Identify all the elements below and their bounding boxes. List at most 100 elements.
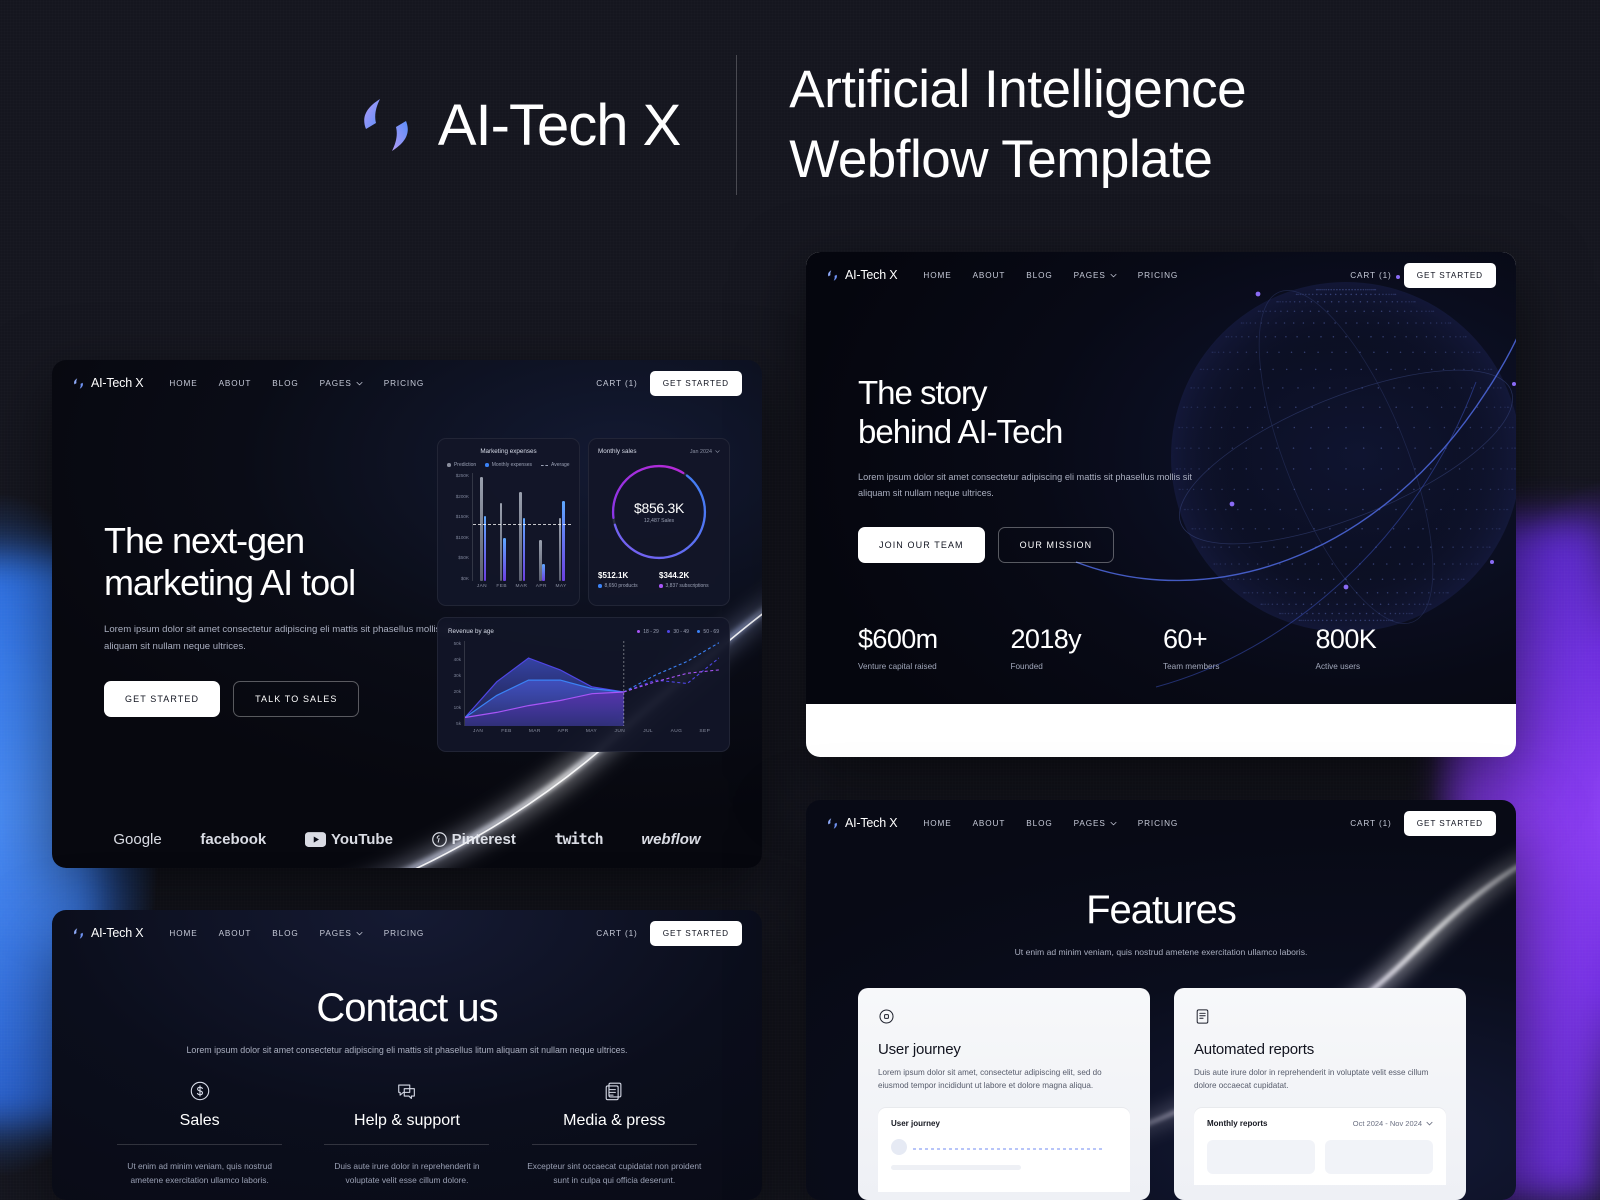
legend-label-average: Average [551,462,570,468]
ytick-10k: 10k [453,705,461,710]
spark-logo-icon [826,817,839,830]
nav-link-blog[interactable]: BLOG [1026,819,1052,828]
donut-legend-subscriptions: $344.2K 3,837 subscriptions [659,571,720,589]
nav-link-about[interactable]: ABOUT [219,379,252,388]
chevron-down-icon [356,381,363,385]
nav-link-pricing[interactable]: PRICING [384,929,424,938]
stat-active-users: 800K Active users [1316,624,1469,671]
chevron-down-icon [356,931,363,935]
page-header: AI-Tech X Artificial Intelligence Webflo… [0,55,1600,196]
bar-monthly-expenses-APR [542,563,545,581]
cart-link[interactable]: CART (1) [1350,819,1391,828]
join-our-team-button[interactable]: JOIN OUR TEAM [858,527,985,564]
navbar-brand[interactable]: AI-Tech X [826,816,898,830]
story-button-row: JOIN OUR TEAM OUR MISSION [858,527,1208,564]
nav-link-pages[interactable]: PAGES [320,379,363,388]
bar-prediction-MAY [558,518,562,581]
story-title: The story behind AI-Tech [858,374,1208,452]
feature-card-text: Lorem ipsum dolor sit amet, consectetur … [878,1068,1102,1091]
hero-copy-block: The next-gen marketing AI tool Lorem ips… [104,520,464,718]
header-tagline: Artificial Intelligence Webflow Template [737,55,1246,196]
feature-card-preview: Monthly reports Oct 2024 - Nov 2024 [1194,1108,1446,1186]
nav-link-about[interactable]: ABOUT [973,819,1006,828]
contact-column-sales[interactable]: Sales Ut enim ad minim veniam, quis nost… [96,1078,303,1188]
navbar-links: HOME ABOUT BLOG PAGES PRICING [923,271,1178,280]
preview-date-range-select[interactable]: Oct 2024 - Nov 2024 [1353,1119,1433,1128]
logo-facebook: facebook [200,830,267,848]
story-title-line-1: The story [858,374,988,411]
get-started-button[interactable]: GET STARTED [1403,810,1496,836]
get-started-button[interactable]: GET STARTED [1403,262,1496,288]
legend-item-18-29: 18 - 29 [636,629,659,635]
contact-column-help-support[interactable]: Help & support Duis aute irure dolor in … [303,1078,510,1188]
stat-label: Team members [1163,662,1220,671]
navbar-brand[interactable]: AI-Tech X [72,926,144,940]
contact-column-media-press[interactable]: Media & press Excepteur sint occaecat cu… [511,1078,718,1188]
feature-card-automated-reports[interactable]: Automated reports Duis aute irure dolor … [1174,988,1466,1200]
nav-link-pricing[interactable]: PRICING [384,379,424,388]
stat-value: 2018y [1010,624,1082,654]
ytick-30k: 30k [453,673,461,678]
chart-title-marketing-expenses: Marketing expenses [480,448,537,455]
stats-row: $600m Venture capital raised 2018y Found… [858,624,1468,671]
chart-range-monthly-sales[interactable]: Jan 2024 [690,449,720,455]
cart-link[interactable]: CART (1) [596,379,637,388]
navbar-screen2: AI-Tech X HOME ABOUT BLOG PAGES PRICING … [806,252,1516,298]
nav-link-blog[interactable]: BLOG [1026,271,1052,280]
chart-card-marketing-expenses: Marketing expenses Prediction Monthly ex… [437,438,580,606]
xtick-FEB: FEB [496,584,507,589]
forecast-line-18-29 [623,669,720,693]
get-started-button[interactable]: GET STARTED [649,920,742,946]
legend-dot-18-29 [636,629,641,634]
cart-link[interactable]: CART (1) [596,929,637,938]
nav-link-home[interactable]: HOME [169,929,197,938]
legend-item-monthly-expenses: Monthly expenses [485,462,532,468]
nav-link-home[interactable]: HOME [923,271,951,280]
nav-link-home[interactable]: HOME [923,819,951,828]
bar-prediction-APR [539,539,542,581]
brand-name: AI-Tech X [437,92,681,158]
navbar-right: CART (1) GET STARTED [1350,810,1496,836]
navbar-brand-label: AI-Tech X [845,268,898,282]
features-paragraph: Ut enim ad minim veniam, quis nostrud am… [1014,947,1308,957]
navbar-brand-label: AI-Tech X [91,926,144,940]
nav-link-blog[interactable]: BLOG [272,379,298,388]
navbar-screen1: AI-Tech X HOME ABOUT BLOG PAGES PRICING … [52,360,762,406]
contact-column-title: Media & press [563,1112,666,1129]
xtick-JUN: JUN [614,729,626,734]
nav-link-about[interactable]: ABOUT [973,271,1006,280]
feature-cards: User journey Lorem ipsum dolor sit amet,… [858,988,1466,1200]
donut-wrap: $856.3K 12,487 Sales [598,459,720,565]
preview-title: Monthly reports [1207,1119,1268,1129]
hero-talk-to-sales-button[interactable]: TALK TO SALES [233,681,360,718]
screen-features: AI-Tech X HOME ABOUT BLOG PAGES PRICING … [806,800,1516,1200]
navbar-right: CART (1) GET STARTED [596,370,742,396]
legend-dot-products [598,584,602,588]
donut-center-value: $856.3K [633,500,685,516]
xtick-AUG: AUG [670,729,683,734]
ytick-0k: $0K [460,575,469,581]
donut-legend-products: $512.1K 8,650 products [598,571,659,589]
legend-label-50-69: 50 - 69 [703,628,719,635]
nav-link-blog[interactable]: BLOG [272,929,298,938]
spark-logo-icon [354,93,418,157]
our-mission-button[interactable]: OUR MISSION [997,527,1115,564]
chart-legend-revenue-by-age: 18 - 29 30 - 49 50 - 69 [636,628,719,635]
feature-card-user-journey[interactable]: User journey Lorem ipsum dolor sit amet,… [858,988,1150,1200]
nav-link-pricing[interactable]: PRICING [1138,819,1178,828]
stat-label: Venture capital raised [858,662,937,671]
nav-link-pages[interactable]: PAGES [1074,271,1117,280]
nav-link-home[interactable]: HOME [169,379,197,388]
nav-link-pricing[interactable]: PRICING [1138,271,1178,280]
nav-link-about[interactable]: ABOUT [219,929,252,938]
bar-monthly-expenses-MAR [522,518,526,581]
nav-link-pages[interactable]: PAGES [1074,819,1117,828]
xtick-APR: APR [535,584,547,589]
nav-link-pages[interactable]: PAGES [320,929,363,938]
navbar-brand[interactable]: AI-Tech X [826,268,898,282]
cart-link[interactable]: CART (1) [1350,271,1391,280]
contact-column-title: Sales [179,1112,220,1129]
hero-get-started-button[interactable]: GET STARTED [104,681,221,718]
get-started-button[interactable]: GET STARTED [649,370,742,396]
navbar-brand[interactable]: AI-Tech X [72,376,144,390]
